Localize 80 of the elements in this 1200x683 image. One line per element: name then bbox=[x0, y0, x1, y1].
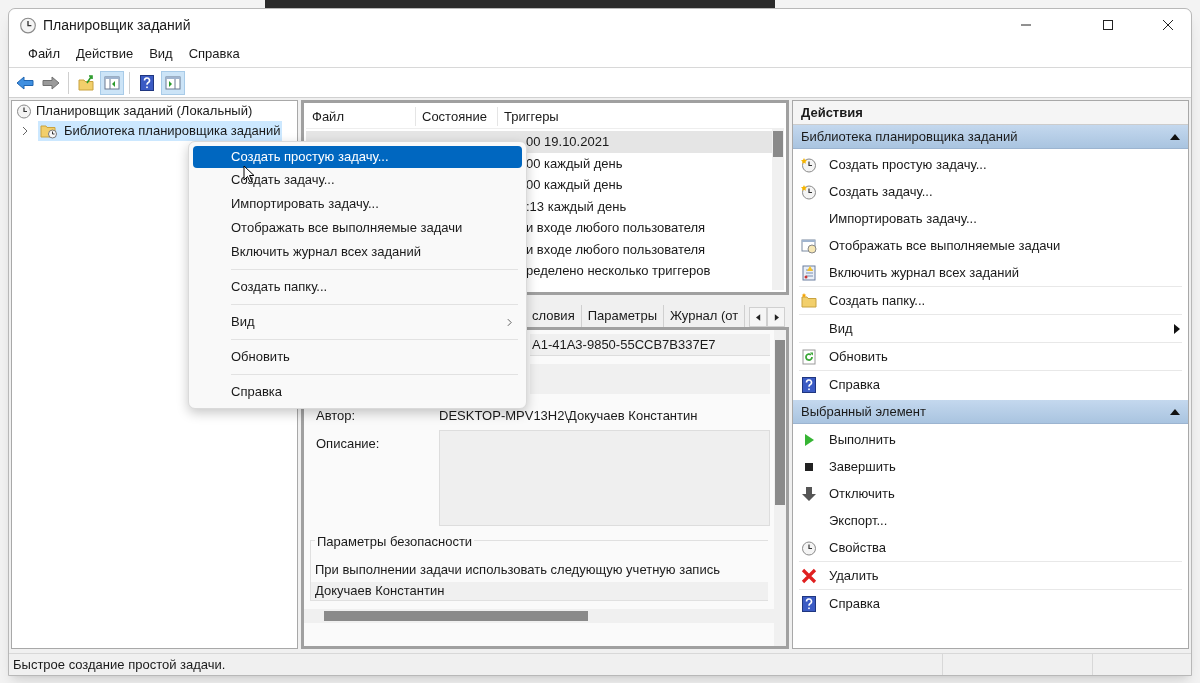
menu-item[interactable]: Вид bbox=[193, 310, 522, 334]
status-bar: Быстрое создание простой задачи. bbox=[9, 653, 1191, 675]
close-icon bbox=[1163, 20, 1173, 30]
action-item[interactable]: Удалить bbox=[799, 562, 1182, 589]
tab-scroll-right-button[interactable] bbox=[767, 307, 785, 327]
menu-item[interactable]: Обновить bbox=[193, 345, 522, 369]
forward-arrow-icon bbox=[42, 74, 60, 91]
window-clock-icon bbox=[801, 237, 817, 254]
notebook-icon bbox=[801, 264, 817, 281]
action-item[interactable]: Справка bbox=[799, 371, 1182, 398]
action-item[interactable]: Импортировать задачу... bbox=[799, 205, 1182, 232]
chevron-icon[interactable] bbox=[20, 126, 30, 136]
account-value: Докучаев Константин bbox=[311, 582, 768, 600]
action-item[interactable]: Справка bbox=[799, 590, 1182, 617]
action-item[interactable]: Вид bbox=[799, 315, 1182, 342]
folder-icon bbox=[78, 74, 94, 91]
collapse-caret-icon[interactable] bbox=[1170, 408, 1180, 415]
tree-item[interactable]: Планировщик заданий (Локальный) bbox=[14, 101, 255, 121]
pane-icon bbox=[104, 74, 120, 91]
action-item[interactable]: Создать задачу... bbox=[799, 178, 1182, 205]
folder-icon bbox=[801, 292, 817, 309]
section-header[interactable]: Выбранный элемент bbox=[793, 400, 1188, 424]
right-arrow-icon bbox=[773, 313, 779, 321]
menu-item[interactable]: Включить журнал всех заданий bbox=[193, 240, 522, 264]
column-header[interactable]: Состояние bbox=[416, 106, 498, 127]
chevron-icon bbox=[507, 317, 512, 327]
action-item[interactable]: Свойства bbox=[799, 534, 1182, 561]
back-arrow-icon bbox=[16, 74, 34, 91]
help-icon bbox=[801, 595, 817, 612]
menu-item[interactable]: Импортировать задачу... bbox=[193, 192, 522, 216]
field-label: Автор: bbox=[315, 407, 357, 426]
clock-icon bbox=[801, 156, 817, 173]
maximize-icon bbox=[1103, 20, 1113, 30]
menu-item[interactable]: Справка bbox=[181, 42, 247, 66]
field-label: Описание: bbox=[315, 435, 381, 453]
menu-item[interactable]: Отображать все выполняемые задачи bbox=[193, 216, 522, 240]
window-title: Планировщик заданий bbox=[43, 15, 191, 35]
help-icon bbox=[139, 74, 155, 91]
refresh-icon bbox=[801, 348, 817, 365]
action-item[interactable]: Создать папку... bbox=[799, 287, 1182, 314]
scrollbar-thumb[interactable] bbox=[775, 340, 785, 505]
close-icon bbox=[801, 567, 817, 584]
action-item[interactable]: Экспорт... bbox=[799, 507, 1182, 534]
menu-item[interactable]: Создать папку... bbox=[193, 275, 522, 299]
clock-icon bbox=[16, 103, 32, 119]
section-header[interactable]: Библиотека планировщика заданий bbox=[793, 125, 1188, 149]
menu-item[interactable]: Создать простую задачу... bbox=[193, 146, 522, 168]
scrollbar-thumb[interactable] bbox=[324, 611, 588, 621]
down-arrow-icon bbox=[801, 485, 817, 502]
location-field: A1-41A3-9850-55CCB7B337E7 bbox=[530, 334, 770, 356]
menu-item[interactable]: Справка bbox=[193, 380, 522, 404]
menu-item[interactable]: Действие bbox=[68, 42, 141, 66]
pane-title: Действия bbox=[793, 101, 1188, 125]
action-item[interactable]: Завершить bbox=[799, 453, 1182, 480]
tab-scroll-left-button[interactable] bbox=[749, 307, 767, 327]
column-header[interactable]: Файл bbox=[306, 106, 416, 127]
clock-icon bbox=[801, 539, 817, 556]
menu-item[interactable]: Файл bbox=[21, 42, 67, 66]
collapse-caret-icon[interactable] bbox=[1170, 133, 1180, 140]
column-header[interactable]: Триггеры bbox=[498, 106, 770, 127]
menu-item[interactable]: Вид bbox=[142, 42, 180, 66]
submenu-arrow-icon bbox=[1174, 323, 1180, 334]
author-value: DESKTOP-MPV13H2\Докучаев Константин bbox=[439, 407, 698, 426]
account-label: При выполнении задачи использовать следующую учетную запись bbox=[314, 560, 721, 579]
action-item[interactable]: Включить журнал всех заданий bbox=[799, 259, 1182, 286]
action-item[interactable]: Обновить bbox=[799, 343, 1182, 370]
action-item[interactable]: Выполнить bbox=[799, 426, 1182, 453]
left-arrow-icon bbox=[755, 313, 761, 321]
action-item[interactable]: Создать простую задачу... bbox=[799, 151, 1182, 178]
description-field[interactable] bbox=[439, 430, 770, 526]
action-item[interactable]: Отключить bbox=[799, 480, 1182, 507]
folder-clock-icon bbox=[40, 123, 58, 139]
pane-icon bbox=[165, 74, 181, 91]
scrollbar-thumb[interactable] bbox=[773, 131, 783, 157]
clock-icon bbox=[19, 16, 37, 34]
action-item[interactable]: Отображать все выполняемые задачи bbox=[799, 232, 1182, 259]
clock-icon bbox=[801, 183, 817, 200]
tree-item[interactable]: Библиотека планировщика заданий bbox=[38, 121, 283, 141]
menu-item[interactable]: Создать задачу... bbox=[193, 168, 522, 192]
help-icon bbox=[801, 376, 817, 393]
